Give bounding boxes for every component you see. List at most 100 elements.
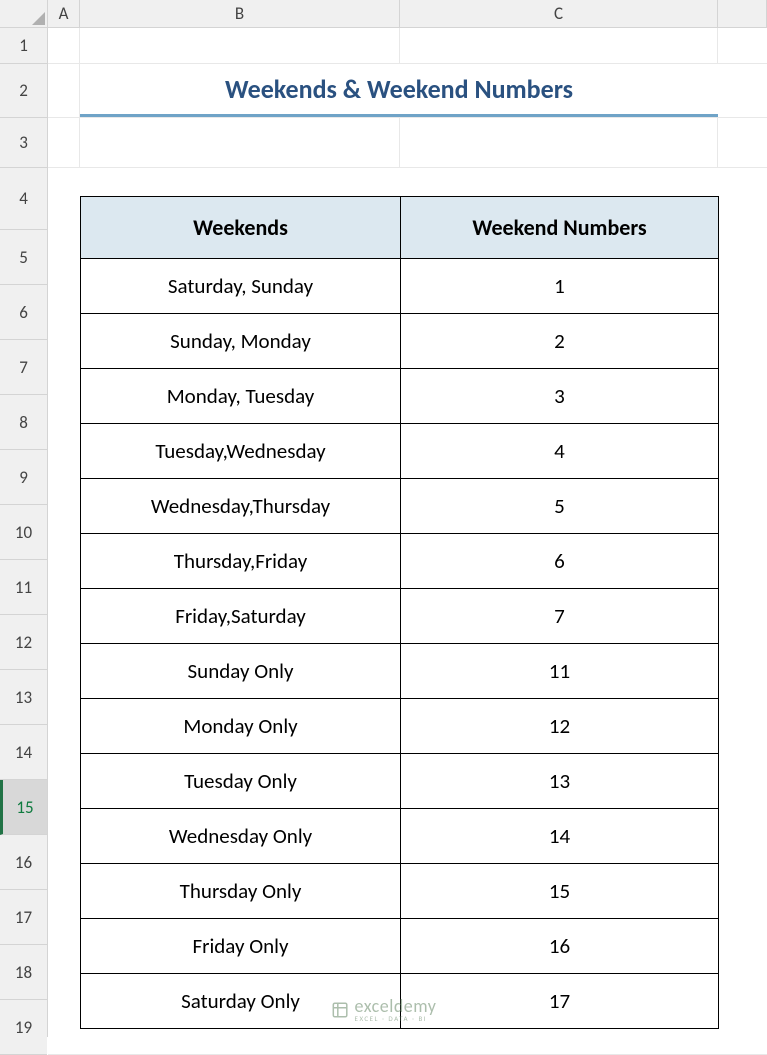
cell-a12[interactable] [48,615,80,669]
cell-d7[interactable] [718,340,767,394]
cell-d13[interactable] [718,670,767,724]
cell-a14[interactable] [48,725,80,779]
row-header-6[interactable]: 6 [0,285,47,340]
cell-weekend-number[interactable]: 11 [401,644,719,699]
cell-a15[interactable] [48,780,80,834]
cell-weekends[interactable]: Friday Only [81,919,401,974]
cell-weekends[interactable]: Thursday,Friday [81,534,401,589]
row-header-7[interactable]: 7 [0,340,47,395]
cell-d2[interactable] [718,64,767,117]
cell-a10[interactable] [48,505,80,559]
cell-d6[interactable] [718,285,767,339]
cell-d16[interactable] [718,835,767,889]
cell-a18[interactable] [48,945,80,999]
row-header-5[interactable]: 5 [0,230,47,285]
cell-d9[interactable] [718,450,767,504]
column-header-b[interactable]: B [80,0,400,27]
cell-a4[interactable] [48,168,80,229]
cell-b1[interactable] [80,28,400,63]
cell-a3[interactable] [48,118,80,167]
row-header-3[interactable]: 3 [0,118,47,168]
cell-weekends[interactable]: Tuesday Only [81,754,401,809]
row-header-13[interactable]: 13 [0,670,47,725]
cell-weekends[interactable]: Sunday Only [81,644,401,699]
row-headers-column: 12345678910111213141516171819 [0,0,48,1037]
row-header-15[interactable]: 15 [0,780,47,835]
cell-a6[interactable] [48,285,80,339]
row-header-12[interactable]: 12 [0,615,47,670]
cell-weekend-number[interactable]: 17 [401,974,719,1029]
row-header-14[interactable]: 14 [0,725,47,780]
cell-weekends[interactable]: Monday Only [81,699,401,754]
cell-weekend-number[interactable]: 4 [401,424,719,479]
cell-d4[interactable] [718,168,767,229]
cell-a1[interactable] [48,28,80,63]
cell-a2[interactable] [48,64,80,117]
cell-weekend-number[interactable]: 13 [401,754,719,809]
cell-d12[interactable] [718,615,767,669]
row-header-9[interactable]: 9 [0,450,47,505]
row-header-4[interactable]: 4 [0,168,47,230]
watermark: exceldemy EXCEL · DATA · BI [331,997,437,1022]
cell-d10[interactable] [718,505,767,559]
cell-a8[interactable] [48,395,80,449]
cell-d3[interactable] [718,118,767,167]
header-weekend-numbers[interactable]: Weekend Numbers [401,197,719,259]
cell-weekends[interactable]: Wednesday,Thursday [81,479,401,534]
cell-a11[interactable] [48,560,80,614]
cell-weekends[interactable]: Sunday, Monday [81,314,401,369]
cell-d14[interactable] [718,725,767,779]
cell-a9[interactable] [48,450,80,504]
cell-d19[interactable] [718,1000,767,1054]
cell-weekends[interactable]: Thursday Only [81,864,401,919]
cell-weekend-number[interactable]: 2 [401,314,719,369]
cell-weekend-number[interactable]: 12 [401,699,719,754]
cells-area[interactable]: Weekends & Weekend Numbers Weekends Week… [48,28,767,1055]
cell-d1[interactable] [718,28,767,63]
cell-weekend-number[interactable]: 14 [401,809,719,864]
cell-weekend-number[interactable]: 7 [401,589,719,644]
cell-d17[interactable] [718,890,767,944]
cell-d11[interactable] [718,560,767,614]
row-header-1[interactable]: 1 [0,28,47,64]
row-header-19[interactable]: 19 [0,1000,47,1055]
cell-weekends[interactable]: Friday,Saturday [81,589,401,644]
cell-weekends[interactable]: Saturday, Sunday [81,259,401,314]
cell-a7[interactable] [48,340,80,394]
cell-d18[interactable] [718,945,767,999]
column-header-c[interactable]: C [400,0,718,27]
row-header-2[interactable]: 2 [0,64,47,118]
cell-weekends[interactable]: Monday, Tuesday [81,369,401,424]
header-weekends[interactable]: Weekends [81,197,401,259]
row-header-17[interactable]: 17 [0,890,47,945]
table-row: Wednesday,Thursday5 [81,479,719,534]
cell-weekend-number[interactable]: 5 [401,479,719,534]
cell-a16[interactable] [48,835,80,889]
column-header-a[interactable]: A [48,0,80,27]
row-header-16[interactable]: 16 [0,835,47,890]
cell-c3[interactable] [400,118,718,167]
cell-weekends[interactable]: Tuesday,Wednesday [81,424,401,479]
row-header-8[interactable]: 8 [0,395,47,450]
row-header-11[interactable]: 11 [0,560,47,615]
cell-a13[interactable] [48,670,80,724]
row-header-18[interactable]: 18 [0,945,47,1000]
page-title[interactable]: Weekends & Weekend Numbers [80,64,718,117]
cell-a17[interactable] [48,890,80,944]
row-header-10[interactable]: 10 [0,505,47,560]
column-header-blank[interactable] [718,0,767,27]
cell-weekend-number[interactable]: 15 [401,864,719,919]
cell-d15[interactable] [718,780,767,834]
cell-d5[interactable] [718,230,767,284]
cell-weekend-number[interactable]: 3 [401,369,719,424]
cell-weekend-number[interactable]: 16 [401,919,719,974]
cell-d8[interactable] [718,395,767,449]
cell-a19[interactable] [48,1000,80,1054]
cell-weekend-number[interactable]: 1 [401,259,719,314]
cell-weekends[interactable]: Wednesday Only [81,809,401,864]
select-all-corner[interactable] [0,0,47,28]
cell-b3[interactable] [80,118,400,167]
cell-weekend-number[interactable]: 6 [401,534,719,589]
cell-a5[interactable] [48,230,80,284]
cell-c1[interactable] [400,28,718,63]
